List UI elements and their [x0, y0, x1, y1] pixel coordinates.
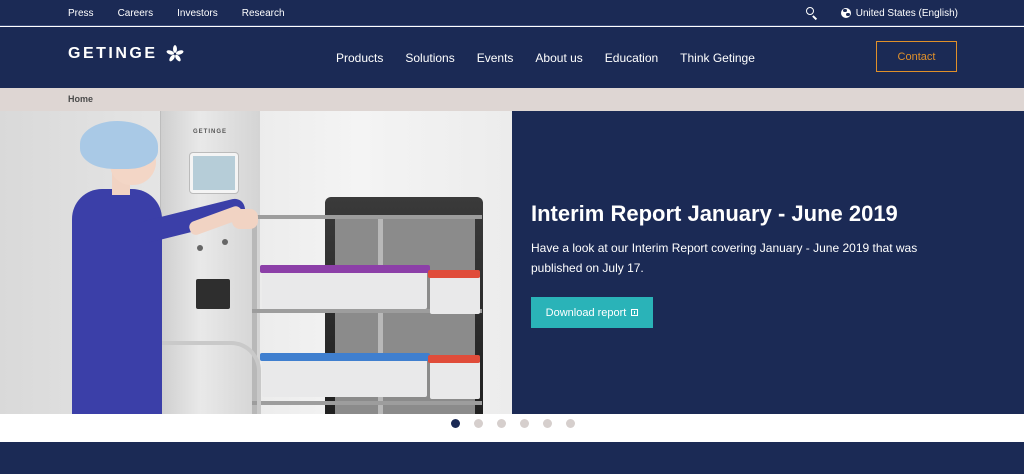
- globe-icon: [840, 8, 851, 18]
- utility-link-investors[interactable]: Investors: [177, 8, 218, 19]
- sterile-container: [262, 359, 427, 397]
- download-report-label: Download report: [545, 306, 627, 319]
- machine-brand-label: GETINGE: [193, 129, 228, 135]
- control-knob: [222, 239, 228, 245]
- carousel-dot-4[interactable]: [520, 419, 529, 428]
- breadcrumb-home[interactable]: Home: [68, 94, 93, 104]
- hero-text-panel: Interim Report January - June 2019 Have …: [512, 111, 1024, 414]
- search-icon[interactable]: [805, 6, 819, 20]
- carousel-dot-1[interactable]: [451, 419, 460, 428]
- rack-shelf: [252, 401, 482, 405]
- sterile-container: [262, 271, 427, 309]
- logo-text: GETINGE: [68, 45, 158, 62]
- carousel-dot-3[interactable]: [497, 419, 506, 428]
- next-section-strip: [0, 442, 1024, 474]
- utility-links: Press Careers Investors Research: [68, 0, 309, 26]
- breadcrumb-bar: Home: [0, 88, 1024, 111]
- carousel-dots: [451, 419, 589, 428]
- utility-link-research[interactable]: Research: [242, 8, 285, 19]
- container-lid-red: [428, 270, 480, 278]
- contact-button[interactable]: Contact: [876, 41, 957, 72]
- main-nav: Products Solutions Events About us Educa…: [336, 27, 777, 88]
- sterilizer-screen: [190, 153, 238, 193]
- nav-events[interactable]: Events: [477, 51, 514, 65]
- carousel-dot-2[interactable]: [474, 419, 483, 428]
- container-lid-red: [428, 355, 480, 363]
- hero-description: Have a look at our Interim Report coveri…: [531, 241, 918, 275]
- download-report-button[interactable]: Download report: [531, 297, 653, 328]
- getinge-star-icon: [166, 45, 183, 62]
- nav-think-getinge[interactable]: Think Getinge: [680, 51, 755, 65]
- utility-right: United States (English): [805, 0, 958, 26]
- hero-banner: GETINGE Interim Report January - June 20…: [0, 111, 1024, 414]
- nurse-hand: [232, 209, 258, 229]
- utility-link-press[interactable]: Press: [68, 8, 94, 19]
- carousel-dot-6[interactable]: [566, 419, 575, 428]
- top-utility-bar: Press Careers Investors Research United …: [0, 0, 1024, 26]
- nav-products[interactable]: Products: [336, 51, 383, 65]
- rack-shelf: [252, 215, 482, 219]
- search-icon-handle: [812, 15, 817, 20]
- getinge-logo[interactable]: GETINGE: [68, 45, 184, 63]
- nav-education[interactable]: Education: [605, 51, 658, 65]
- hero-image: GETINGE: [0, 111, 512, 414]
- container-lid-purple: [260, 265, 430, 273]
- hero-title: Interim Report January - June 2019: [531, 201, 898, 226]
- container-lid-blue: [260, 353, 430, 361]
- sterile-container: [430, 361, 480, 399]
- language-label: United States (English): [855, 7, 958, 19]
- utility-link-careers[interactable]: Careers: [118, 8, 154, 19]
- control-knob: [197, 245, 203, 251]
- main-header: GETINGE Products Solutions Events About …: [0, 27, 1024, 88]
- search-icon-lens: [805, 7, 814, 15]
- nav-solutions[interactable]: Solutions: [405, 51, 454, 65]
- download-icon: [631, 309, 639, 316]
- carousel-dot-5[interactable]: [543, 419, 552, 428]
- sterile-container: [430, 276, 480, 314]
- nav-about-us[interactable]: About us: [535, 51, 582, 65]
- language-selector[interactable]: United States (English): [840, 7, 958, 19]
- sterilizer-printer: [196, 279, 230, 309]
- nurse-cap: [80, 121, 158, 169]
